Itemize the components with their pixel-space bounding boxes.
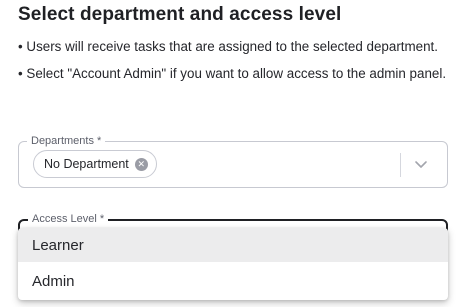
chevron-down-icon[interactable]: [413, 156, 429, 172]
info-bullet-tasks: • Users will receive tasks that are assi…: [18, 39, 439, 54]
info-bullet-admin: • Select "Account Admin" if you want to …: [18, 66, 447, 81]
department-access-panel: Select department and access level • Use…: [0, 0, 458, 307]
access-level-menu: Learner Admin: [18, 228, 448, 300]
departments-label: Departments *: [27, 134, 106, 148]
menu-option-learner[interactable]: Learner: [18, 228, 448, 262]
page-title: Select department and access level: [18, 4, 342, 25]
close-circle-icon[interactable]: ✕: [134, 157, 148, 171]
department-chip: No Department ✕: [33, 150, 157, 178]
departments-select[interactable]: Departments * No Department ✕: [18, 134, 448, 188]
select-divider: [400, 153, 401, 177]
access-level-label: Access Level *: [28, 212, 109, 226]
department-chip-label: No Department: [44, 157, 129, 171]
menu-option-admin[interactable]: Admin: [18, 264, 448, 298]
